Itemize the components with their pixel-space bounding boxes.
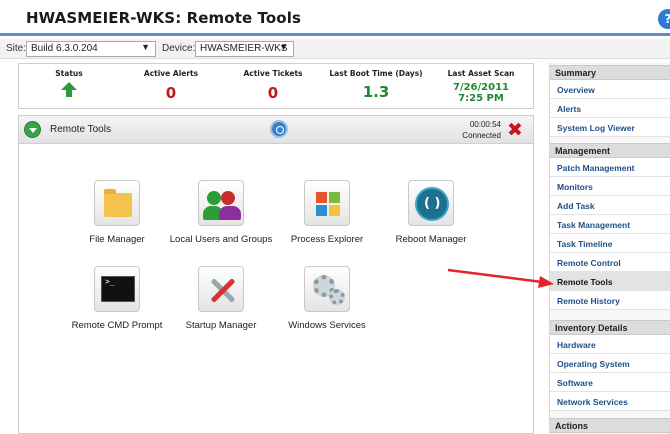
timer-value: 00:00:54 [469,120,501,129]
status-stat: Status [19,64,119,108]
cmd-prompt-icon[interactable]: >_ [94,266,140,312]
startup-manager-icon[interactable] [198,266,244,312]
tool-windows-services[interactable]: Windows Services [262,266,392,331]
sidebar-section-management: Management [550,143,670,158]
device-label: Device: [162,43,196,54]
tool-label[interactable]: Windows Services [262,320,392,331]
disconnect-icon[interactable]: ✖ [506,121,524,140]
sidebar-item-remote-tools[interactable]: Remote Tools [550,272,670,291]
device-select-value: HWASMEIER-WKS [200,43,288,54]
reboot-icon[interactable] [408,180,454,226]
site-select-value: Build 6.3.0.204 [31,43,98,54]
sidebar-item-network-services[interactable]: Network Services [550,392,670,411]
connection-status: Connected [462,131,501,140]
sidebar-item-monitors[interactable]: Monitors [550,177,670,196]
last-boot-value: 1.3 [362,83,390,101]
sidebar-item-software[interactable]: Software [550,373,670,392]
connection-icon [270,120,288,138]
file-manager-icon[interactable] [94,180,140,226]
annotation-arrow-icon [447,268,554,288]
sidebar-item-task-timeline[interactable]: Task Timeline [550,234,670,253]
last-scan-date: 7/26/2011 [452,82,509,93]
active-alerts-stat[interactable]: Active Alerts 0 [119,64,223,108]
chevron-down-icon: ▼ [141,42,150,52]
up-arrow-icon [19,82,119,97]
sidebar-item-add-task[interactable]: Add Task [550,196,670,215]
sidebar-item-task-management[interactable]: Task Management [550,215,670,234]
site-label: Site: [6,43,27,54]
tool-reboot-manager[interactable]: Reboot Manager [366,180,496,245]
sidebar-item-system-log-viewer[interactable]: System Log Viewer [550,118,670,137]
last-scan-time: 7:25 PM [458,93,504,104]
sidebar-item-operating-system[interactable]: Operating System [550,354,670,373]
panel-header: Remote Tools 00:00:54 Connected ✖ [19,116,533,144]
filter-bar: Site: Build 6.3.0.204 ▼ Device: HWASMEIE… [0,39,670,59]
last-boot-stat: Last Boot Time (Days) 1.3 [323,64,429,108]
collapse-icon[interactable] [24,121,41,138]
help-icon[interactable]: ? [658,9,670,29]
sidebar-section-inventory: Inventory Details [550,320,670,335]
active-alerts-value[interactable]: 0 [119,84,223,102]
last-scan-stat: Last Asset Scan 7/26/2011 7:25 PM [429,64,533,108]
site-select[interactable]: Build 6.3.0.204 ▼ [26,41,156,57]
page-title: HWASMEIER-WKS: Remote Tools [26,9,301,27]
device-select[interactable]: HWASMEIER-WKS ▼ [195,41,294,57]
active-tickets-label: Active Tickets [243,69,303,78]
sidebar-item-remote-control[interactable]: Remote Control [550,253,670,272]
sidebar-item-alerts[interactable]: Alerts [550,99,670,118]
right-sidebar: Summary Overview Alerts System Log Viewe… [549,63,670,434]
process-explorer-icon[interactable] [304,180,350,226]
services-gear-icon[interactable] [304,266,350,312]
stats-strip: Status Active Alerts 0 Active Tickets 0 … [18,63,534,109]
active-alerts-label: Active Alerts [143,69,199,78]
panel-title: Remote Tools [50,124,111,135]
last-scan-label: Last Asset Scan [447,69,515,78]
active-tickets-value[interactable]: 0 [223,84,323,102]
sidebar-item-patch-management[interactable]: Patch Management [550,158,670,177]
chevron-down-icon: ▼ [279,42,288,52]
status-label: Status [55,69,83,78]
sidebar-item-hardware[interactable]: Hardware [550,335,670,354]
last-boot-label: Last Boot Time (Days) [329,69,423,78]
sidebar-item-remote-history[interactable]: Remote History [550,291,670,310]
session-timer: 00:00:54 Connected [439,119,501,141]
cmd-glyph: >_ [101,276,135,302]
sidebar-section-summary: Summary [550,65,670,80]
users-groups-icon[interactable] [198,180,244,226]
title-bar: HWASMEIER-WKS: Remote Tools ? [0,0,670,36]
sidebar-section-actions: Actions [550,418,670,433]
sidebar-item-overview[interactable]: Overview [550,80,670,99]
active-tickets-stat[interactable]: Active Tickets 0 [223,64,323,108]
tool-label[interactable]: Reboot Manager [366,234,496,245]
